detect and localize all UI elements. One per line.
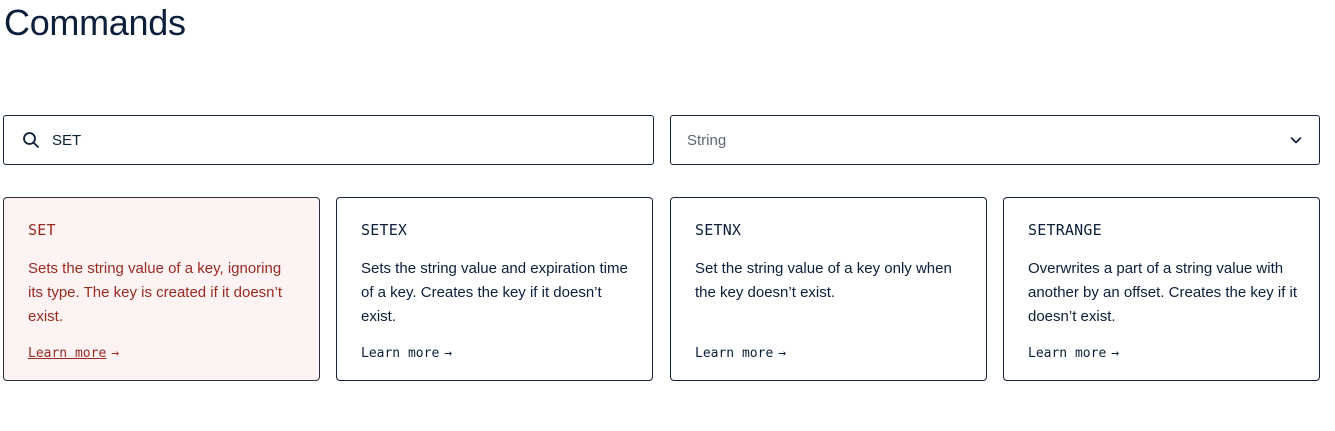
learn-more-link[interactable]: Learn more → xyxy=(695,346,786,361)
command-card-setrange[interactable]: SETRANGE Overwrites a part of a string v… xyxy=(1003,197,1320,381)
commands-page: Commands String SET Sets the string valu… xyxy=(0,0,1335,431)
command-card-setnx[interactable]: SETNX Set the string value of a key only… xyxy=(670,197,987,381)
arrow-right-icon: → xyxy=(778,346,787,361)
page-title: Commands xyxy=(4,2,186,43)
learn-more-link[interactable]: Learn more → xyxy=(28,346,119,361)
command-card-set[interactable]: SET Sets the string value of a key, igno… xyxy=(3,197,320,381)
learn-more-label: Learn more xyxy=(361,346,440,361)
command-description: Set the string value of a key only when … xyxy=(695,260,952,301)
command-description: Sets the string value of a key, ignoring… xyxy=(28,260,283,325)
arrow-right-icon: → xyxy=(111,346,120,361)
command-name: SETRANGE xyxy=(1028,221,1102,239)
command-name: SET xyxy=(28,221,56,239)
command-card-setex[interactable]: SETEX Sets the string value and expirati… xyxy=(336,197,653,381)
search-icon xyxy=(22,131,40,149)
learn-more-label: Learn more xyxy=(695,346,774,361)
chevron-down-icon xyxy=(1289,133,1303,147)
command-name: SETNX xyxy=(695,221,742,239)
arrow-right-icon: → xyxy=(1111,346,1120,361)
learn-more-link[interactable]: Learn more → xyxy=(361,346,452,361)
search-input[interactable] xyxy=(52,131,612,149)
type-filter-select[interactable]: String xyxy=(670,115,1320,165)
learn-more-label: Learn more xyxy=(28,346,107,361)
type-filter-value: String xyxy=(687,131,727,149)
search-box[interactable] xyxy=(3,115,654,165)
command-name: SETEX xyxy=(361,221,408,239)
command-description: Overwrites a part of a string value with… xyxy=(1028,260,1298,325)
learn-more-link[interactable]: Learn more → xyxy=(1028,346,1119,361)
command-description: Sets the string value and expiration tim… xyxy=(361,260,628,325)
learn-more-label: Learn more xyxy=(1028,346,1107,361)
arrow-right-icon: → xyxy=(444,346,453,361)
